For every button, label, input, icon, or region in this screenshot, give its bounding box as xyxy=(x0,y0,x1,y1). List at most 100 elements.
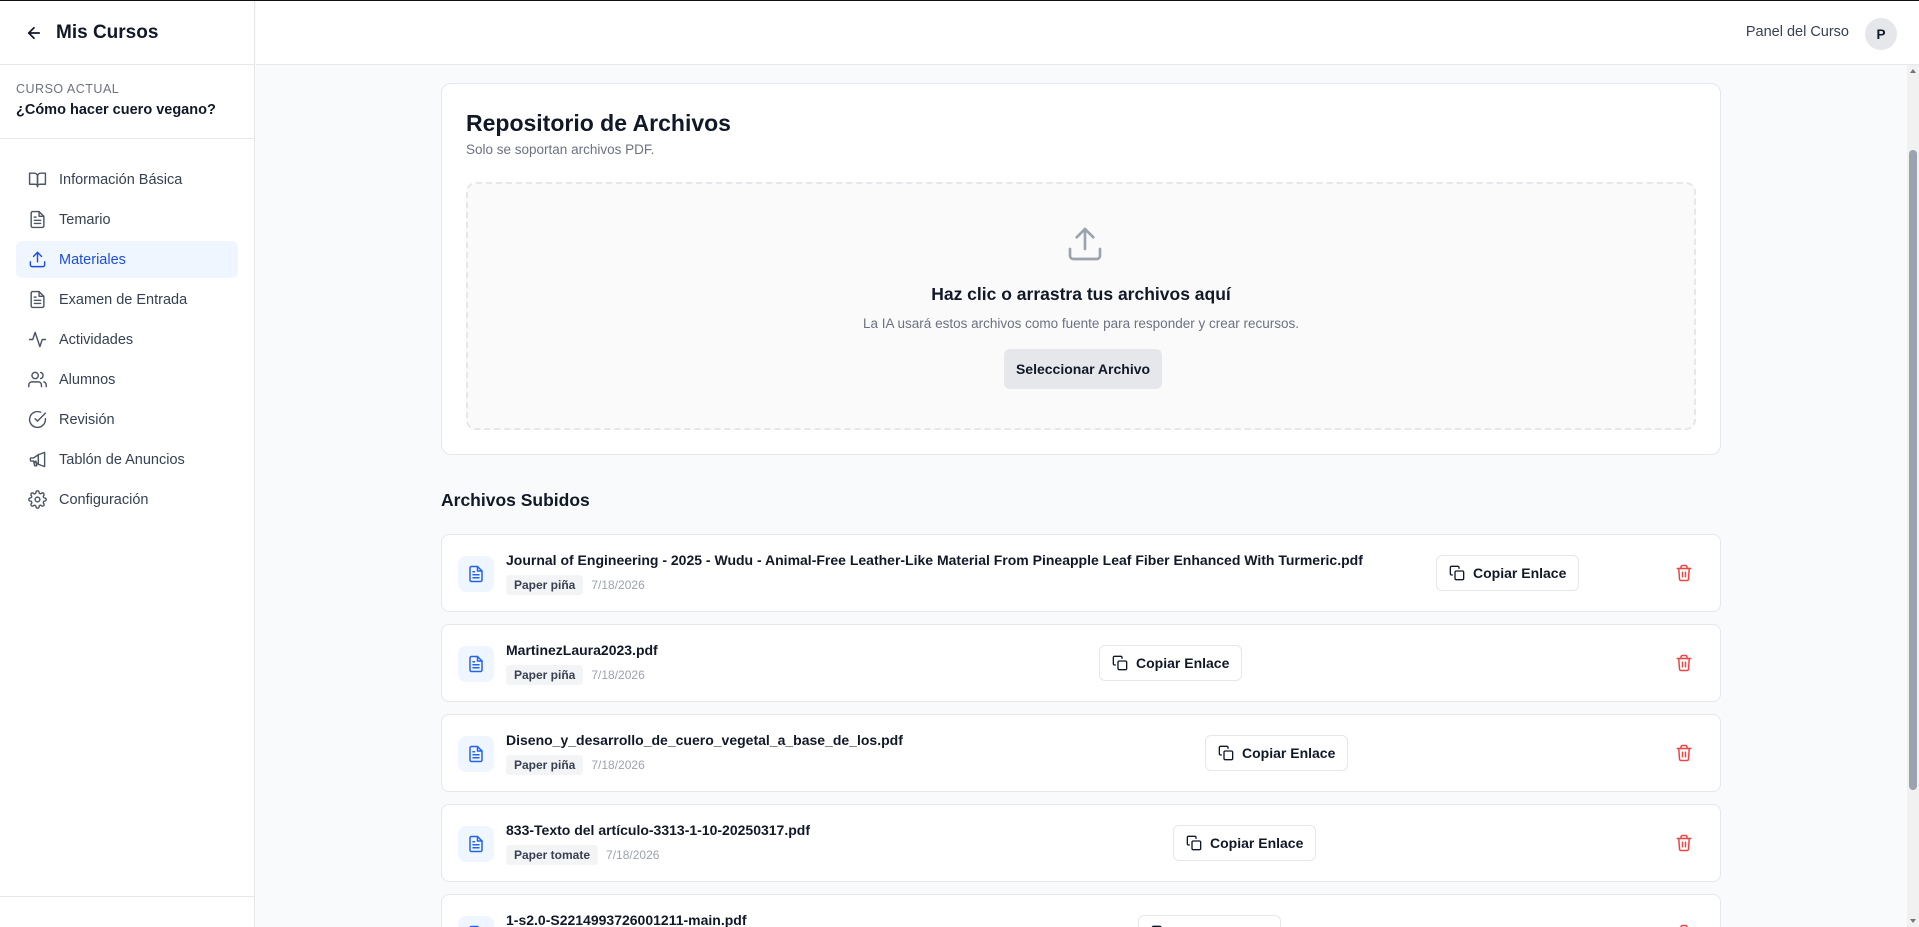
file-meta: Paper tomate 7/18/2026 xyxy=(506,845,659,865)
sidebar-footer-divider xyxy=(0,896,255,897)
copy-icon xyxy=(1112,655,1128,671)
sidebar-item-label: Información Básica xyxy=(59,171,183,188)
sidebar-item-configuracion[interactable]: Configuración xyxy=(16,481,238,518)
current-course-label: CURSO ACTUAL xyxy=(16,82,120,96)
select-file-button[interactable]: Seleccionar Archivo xyxy=(1004,349,1162,389)
file-date: 7/18/2026 xyxy=(591,758,645,772)
trash-icon[interactable] xyxy=(1675,564,1693,582)
document-icon xyxy=(30,210,45,229)
file-repository-card: Repositorio de Archivos Solo se soportan… xyxy=(441,83,1721,455)
copy-link-button[interactable]: Copiar Enlace xyxy=(1138,915,1282,927)
sidebar-item-alumnos[interactable]: Alumnos xyxy=(16,361,238,398)
document-icon xyxy=(469,565,483,583)
upload-icon xyxy=(1068,227,1102,261)
current-course: CURSO ACTUAL ¿Cómo hacer cuero vegano? xyxy=(0,65,254,139)
file-tag: Paper piña xyxy=(506,575,584,595)
sidebar-item-label: Actividades xyxy=(59,331,134,348)
file-date: 7/18/2026 xyxy=(606,848,660,862)
arrow-left-icon[interactable] xyxy=(24,23,44,43)
file-tag: Paper tomate xyxy=(506,845,599,865)
copy-icon xyxy=(1186,835,1202,851)
sidebar-item-examen-de-entrada[interactable]: Examen de Entrada xyxy=(16,281,238,318)
trash-icon[interactable] xyxy=(1675,654,1693,672)
copy-link-label: Copiar Enlace xyxy=(1473,565,1567,581)
copy-link-label: Copiar Enlace xyxy=(1136,655,1230,671)
file-tag: Paper piña xyxy=(506,755,584,775)
sidebar-item-label: Materiales xyxy=(59,251,126,268)
sidebar-nav: Información Básica Temario Materiales Ex… xyxy=(0,139,254,518)
file-date: 7/18/2026 xyxy=(591,578,645,592)
sidebar-item-label: Tablón de Anuncios xyxy=(59,451,185,468)
users-icon xyxy=(28,371,47,388)
file-tag: Paper piña xyxy=(506,665,584,685)
sidebar-item-temario[interactable]: Temario xyxy=(16,201,238,238)
file-row: 1-s2.0-S2214993726001211-main.pdf Copiar… xyxy=(441,894,1721,927)
file-row: MartinezLaura2023.pdf Paper piña 7/18/20… xyxy=(441,624,1721,702)
avatar[interactable]: P xyxy=(1865,18,1897,50)
activity-icon xyxy=(28,331,47,348)
scroll-up-arrow-icon[interactable] xyxy=(1910,69,1916,73)
sidebar-item-label: Alumnos xyxy=(59,371,116,388)
scroll-down-arrow-icon[interactable] xyxy=(1910,919,1916,923)
megaphone-icon xyxy=(29,451,46,468)
copy-link-label: Copiar Enlace xyxy=(1210,835,1304,851)
gear-icon xyxy=(28,490,47,509)
file-meta: Paper piña 7/18/2026 xyxy=(506,575,645,595)
sidebar-item-revision[interactable]: Revisión xyxy=(16,401,238,438)
sidebar-item-label: Examen de Entrada xyxy=(59,291,188,308)
copy-link-label: Copiar Enlace xyxy=(1242,745,1336,761)
file-icon-badge xyxy=(458,916,494,927)
file-name: Journal of Engineering - 2025 - Wudu - A… xyxy=(506,552,1363,568)
copy-link-button[interactable]: Copiar Enlace xyxy=(1205,735,1349,771)
repository-title: Repositorio de Archivos xyxy=(466,110,731,136)
document-icon xyxy=(469,655,483,673)
sidebar-item-label: Revisión xyxy=(59,411,115,428)
copy-link-button[interactable]: Copiar Enlace xyxy=(1173,825,1317,861)
course-panel-link[interactable]: Panel del Curso xyxy=(1746,24,1849,40)
uploaded-files-title: Archivos Subidos xyxy=(441,490,590,510)
current-course-name: ¿Cómo hacer cuero vegano? xyxy=(16,102,216,118)
copy-link-button[interactable]: Copiar Enlace xyxy=(1436,555,1580,591)
sidebar-item-informacion-basica[interactable]: Información Básica xyxy=(16,161,238,198)
file-meta: Paper piña 7/18/2026 xyxy=(506,755,645,775)
sidebar-item-label: Temario xyxy=(59,211,111,228)
file-name: 833-Texto del artículo-3313-1-10-2025031… xyxy=(506,822,810,838)
file-row: 833-Texto del artículo-3313-1-10-2025031… xyxy=(441,804,1721,882)
sidebar-item-label: Configuración xyxy=(59,491,149,508)
copy-icon xyxy=(1218,745,1234,761)
scrollbar-thumb[interactable] xyxy=(1909,150,1917,790)
sidebar-item-tablon-de-anuncios[interactable]: Tablón de Anuncios xyxy=(16,441,238,478)
file-meta: Paper piña 7/18/2026 xyxy=(506,665,645,685)
file-row: Diseno_y_desarrollo_de_cuero_vegetal_a_b… xyxy=(441,714,1721,792)
file-date: 7/18/2026 xyxy=(591,668,645,682)
file-name: 1-s2.0-S2214993726001211-main.pdf xyxy=(506,912,747,927)
main-scrollbar[interactable] xyxy=(1907,65,1919,927)
dropzone-title: Haz clic o arrastra tus archivos aquí xyxy=(931,284,1231,304)
file-row: Journal of Engineering - 2025 - Wudu - A… xyxy=(441,534,1721,612)
copy-icon xyxy=(1449,565,1465,581)
file-icon-badge xyxy=(458,826,494,862)
main-content: Repositorio de Archivos Solo se soportan… xyxy=(256,65,1907,927)
trash-icon[interactable] xyxy=(1675,744,1693,762)
file-name: MartinezLaura2023.pdf xyxy=(506,642,658,658)
file-icon-badge xyxy=(458,556,494,592)
sidebar-item-actividades[interactable]: Actividades xyxy=(16,321,238,358)
sidebar-header: Mis Cursos xyxy=(0,1,254,65)
document-icon xyxy=(469,745,483,763)
file-icon-badge xyxy=(458,736,494,772)
sidebar: Mis Cursos CURSO ACTUAL ¿Cómo hacer cuer… xyxy=(0,1,255,927)
upload-icon xyxy=(29,251,46,268)
copy-link-button[interactable]: Copiar Enlace xyxy=(1099,645,1243,681)
dropzone-subtitle: La IA usará estos archivos como fuente p… xyxy=(863,316,1299,331)
upload-dropzone[interactable]: Haz clic o arrastra tus archivos aquí La… xyxy=(466,182,1696,430)
sidebar-item-materiales[interactable]: Materiales xyxy=(16,241,238,278)
document-icon xyxy=(469,835,483,853)
file-icon-badge xyxy=(458,646,494,682)
repository-subtitle: Solo se soportan archivos PDF. xyxy=(466,142,655,157)
trash-icon[interactable] xyxy=(1675,834,1693,852)
check-circle-icon xyxy=(28,410,47,429)
document-icon xyxy=(30,290,45,309)
my-courses-title[interactable]: Mis Cursos xyxy=(56,22,158,44)
top-header: Panel del Curso P xyxy=(256,1,1919,65)
file-name: Diseno_y_desarrollo_de_cuero_vegetal_a_b… xyxy=(506,732,903,748)
